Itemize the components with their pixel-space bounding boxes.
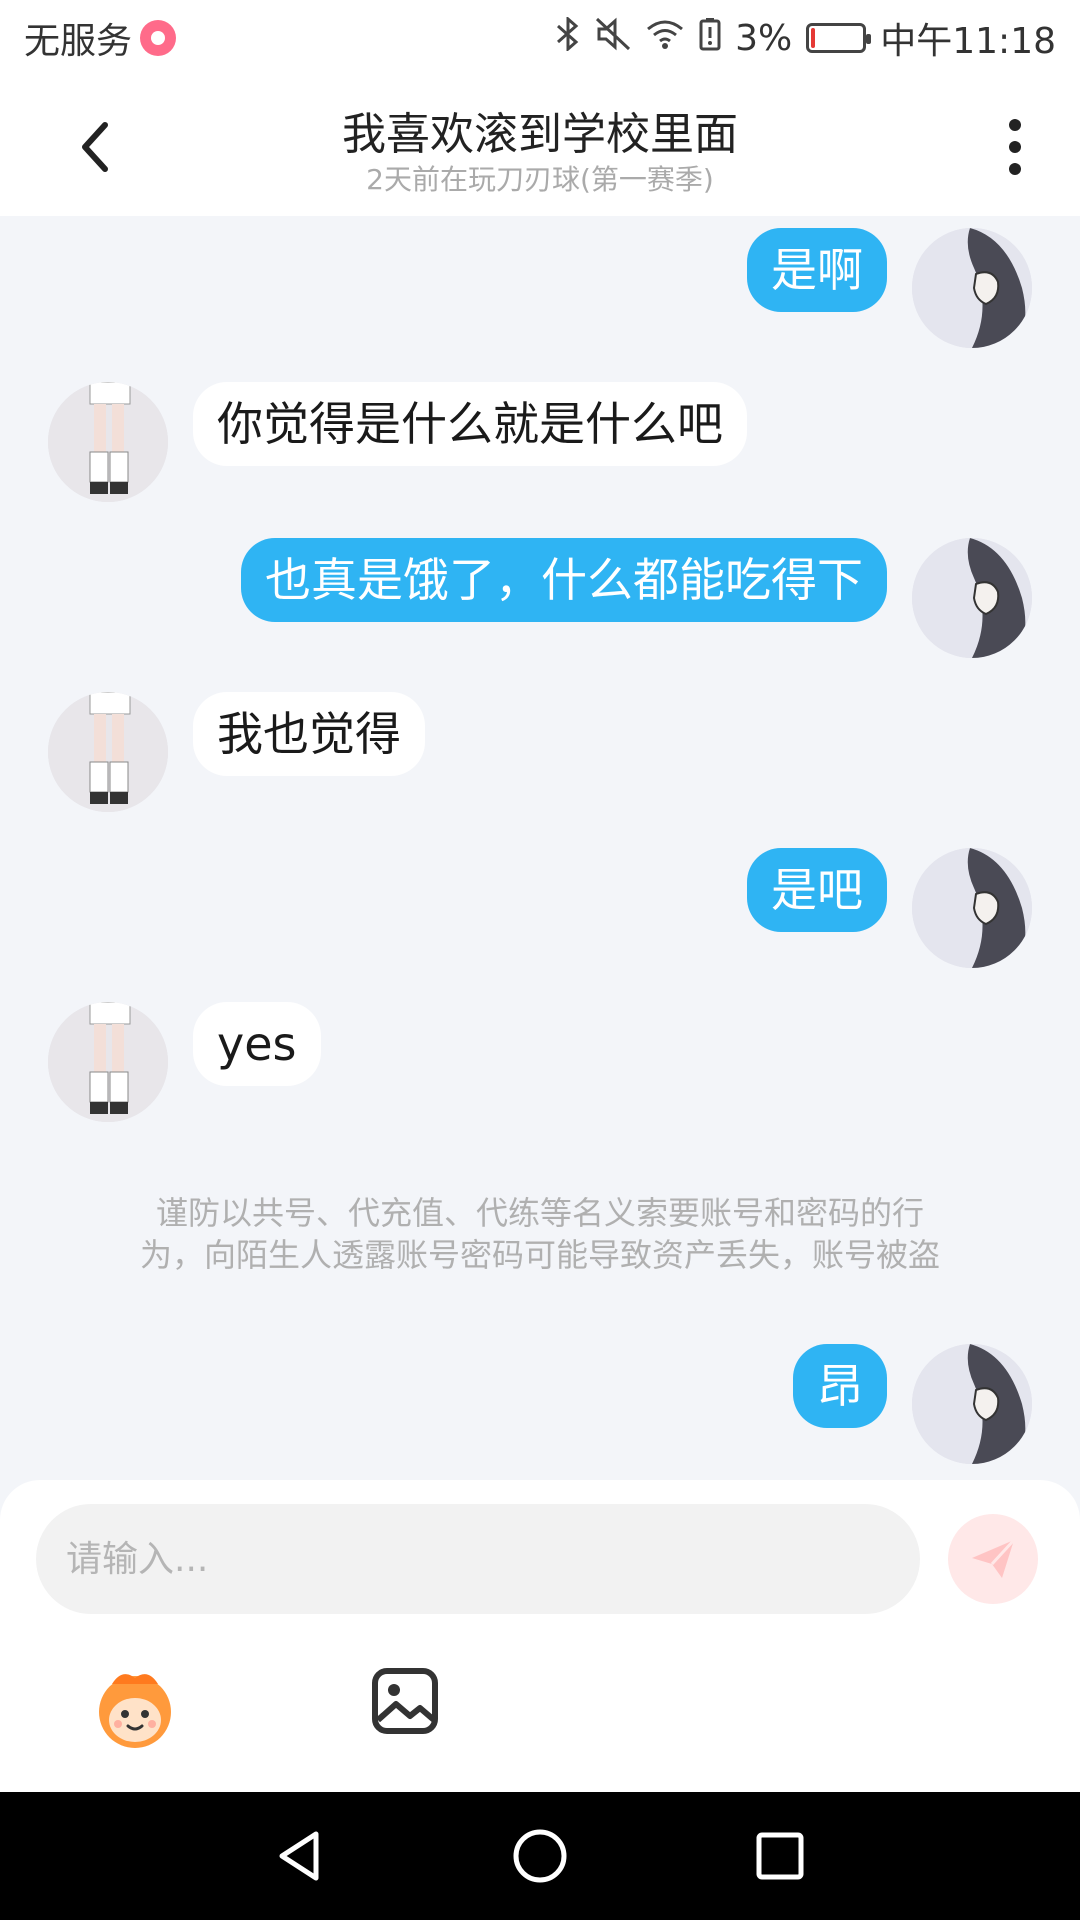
bluetooth-icon (555, 15, 581, 60)
chat-subtitle: 2天前在玩刀刃球(第一赛季) (366, 163, 714, 196)
send-button[interactable] (948, 1514, 1038, 1604)
friend-avatar[interactable] (48, 382, 168, 502)
mascot-face-icon (99, 1674, 171, 1748)
app-notification-icon (140, 20, 177, 56)
security-notice: 谨防以共号、代充值、代练等名义索要账号和密码的行 为，向陌生人透露账号密码可能导… (70, 1192, 1010, 1276)
send-icon (972, 1538, 1016, 1578)
notice-line: 为，向陌生人透露账号密码可能导致资产丢失，账号被盗 (139, 1236, 940, 1274)
image-icon (372, 1668, 438, 1734)
mute-icon (595, 17, 631, 60)
my-avatar[interactable] (912, 1344, 1032, 1464)
image-picker-button[interactable] (370, 1666, 440, 1736)
friend-avatar[interactable] (48, 692, 168, 812)
nav-back-button[interactable] (270, 1826, 330, 1886)
message-bubble-sent[interactable]: 也真是饿了，什么都能吃得下 (241, 538, 887, 622)
friend-avatar[interactable] (48, 1002, 168, 1122)
message-bubble-received[interactable]: yes (193, 1002, 321, 1086)
wifi-icon (645, 18, 685, 59)
chat-header: 我喜欢滚到学校里面 2天前在玩刀刃球(第一赛季) (0, 76, 1080, 216)
input-panel (0, 1480, 1080, 1792)
message-bubble-sent[interactable]: 是吧 (747, 848, 887, 932)
battery-icon (806, 23, 872, 53)
message-bubble-sent[interactable]: 是啊 (747, 228, 887, 312)
message-bubble-received[interactable]: 你觉得是什么就是什么吧 (193, 382, 747, 466)
battery-level (811, 28, 816, 48)
my-avatar[interactable] (912, 848, 1032, 968)
more-options-button[interactable] (990, 112, 1040, 182)
circle-home-icon (513, 1829, 567, 1883)
battery-percent: 3% (735, 17, 793, 59)
system-navigation-bar (0, 1792, 1080, 1920)
carrier-label: 无服务 (24, 21, 133, 62)
nav-home-button[interactable] (510, 1826, 570, 1886)
emoji-button[interactable] (90, 1664, 180, 1754)
triangle-back-icon (279, 1831, 319, 1881)
message-input[interactable] (36, 1504, 920, 1614)
battery-alert-icon (699, 17, 721, 60)
notice-line: 谨防以共号、代充值、代练等名义索要账号和密码的行 (155, 1194, 924, 1232)
my-avatar[interactable] (912, 538, 1032, 658)
nav-recent-button[interactable] (750, 1826, 810, 1886)
message-list[interactable]: 是啊 你觉得是什么就是什么吧 也真是饿了，什么都能吃得下 我也觉得 是吧 yes… (0, 216, 1080, 1480)
my-avatar[interactable] (912, 228, 1032, 348)
square-recent-icon (756, 1832, 804, 1880)
status-bar: 无服务 3% 中午11:18 (0, 0, 1080, 76)
clock: 中午11:18 (880, 21, 1056, 62)
message-bubble-received[interactable]: 我也觉得 (193, 692, 425, 776)
chat-title: 我喜欢滚到学校里面 (342, 109, 738, 160)
more-vertical-icon (1009, 119, 1021, 175)
message-bubble-sent[interactable]: 昂 (793, 1344, 887, 1428)
